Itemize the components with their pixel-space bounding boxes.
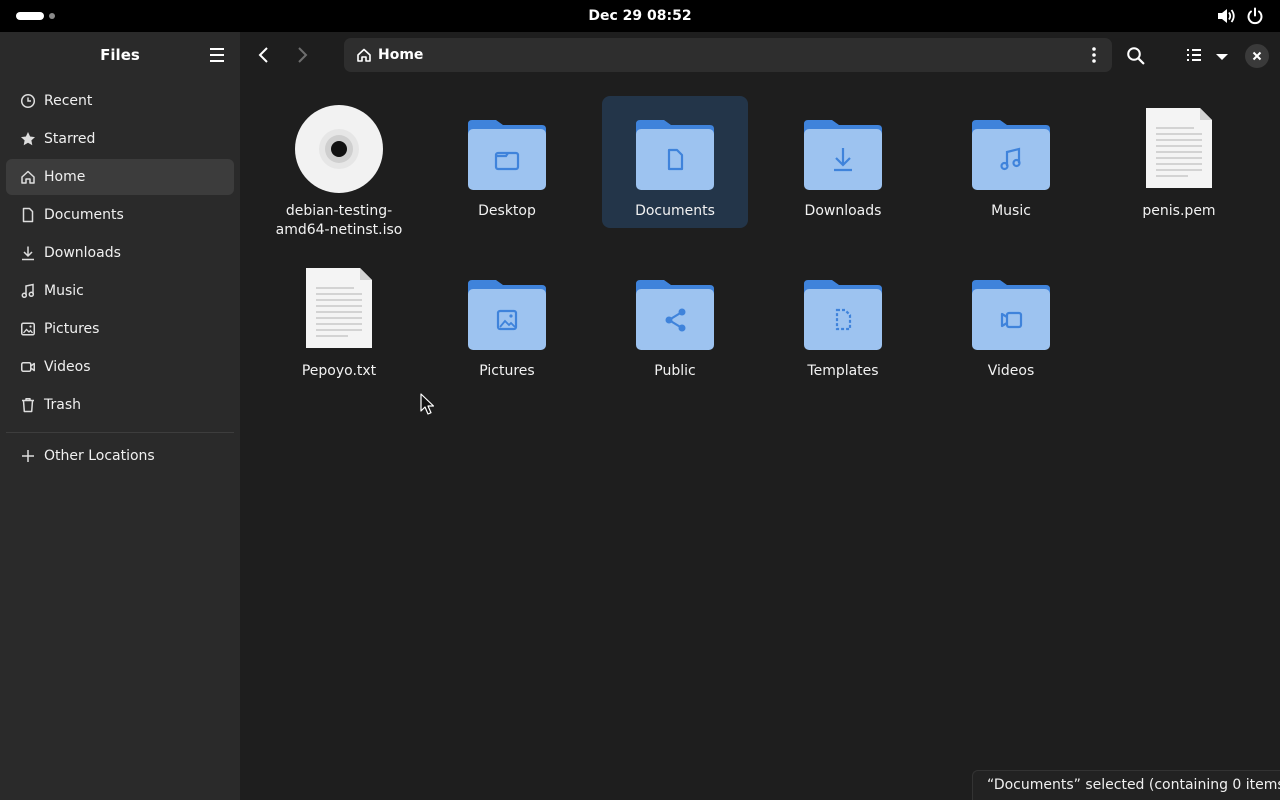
- folder-documents-icon: [636, 120, 714, 190]
- close-window-button[interactable]: [1245, 44, 1269, 68]
- text-file-icon: [306, 268, 372, 348]
- file-item-iso[interactable]: debian-testing-amd64-netinst.iso: [266, 96, 412, 238]
- chevron-down-icon[interactable]: [1212, 44, 1232, 68]
- document-icon: [22, 207, 34, 223]
- sidebar-item-documents[interactable]: Documents: [6, 197, 234, 233]
- sidebar-item-trash[interactable]: Trash: [6, 387, 234, 423]
- star-icon: [21, 132, 35, 146]
- sidebar-item-label: Music: [44, 283, 84, 299]
- video-icon: [21, 362, 35, 372]
- text-file-icon: [1146, 108, 1212, 188]
- list-view-icon[interactable]: [1182, 44, 1206, 68]
- file-name: Pepoyo.txt: [301, 363, 377, 379]
- sidebar-item-starred[interactable]: Starred: [6, 121, 234, 157]
- home-icon: [21, 170, 35, 184]
- sidebar-item-home[interactable]: Home: [6, 159, 234, 195]
- trash-icon: [22, 398, 34, 413]
- forward-button[interactable]: [290, 42, 314, 68]
- file-name: Pictures: [479, 363, 535, 379]
- sidebar-item-videos[interactable]: Videos: [6, 349, 234, 385]
- file-name: debian-testing-amd64-netinst.iso: [275, 203, 403, 238]
- sidebar-item-pictures[interactable]: Pictures: [6, 311, 234, 347]
- top-bar: Dec 29 08:52: [0, 0, 1280, 32]
- folder-downloads-icon: [804, 120, 882, 190]
- folder-item-downloads[interactable]: Downloads: [770, 96, 916, 228]
- download-icon: [22, 246, 34, 261]
- folder-item-pictures[interactable]: Pictures: [434, 256, 580, 388]
- workspace-pill: [16, 12, 44, 20]
- sidebar-item-label: Videos: [44, 359, 91, 375]
- sidebar-divider: [6, 432, 234, 433]
- folder-item-public[interactable]: Public: [602, 256, 748, 388]
- back-button[interactable]: [252, 42, 276, 68]
- workspace-dot: [49, 13, 55, 19]
- sidebar-item-label: Recent: [44, 93, 93, 109]
- path-bar[interactable]: Home: [344, 38, 1112, 72]
- sidebar-item-other-locations[interactable]: Other Locations: [6, 438, 234, 474]
- sidebar-item-label: Starred: [44, 131, 96, 147]
- folder-music-icon: [972, 120, 1050, 190]
- sidebar-item-music[interactable]: Music: [6, 273, 234, 309]
- folder-item-desktop[interactable]: Desktop: [434, 96, 580, 228]
- sidebar-item-label: Downloads: [44, 245, 121, 261]
- power-icon[interactable]: [1246, 7, 1264, 25]
- file-name: Music: [991, 203, 1031, 219]
- folder-item-documents[interactable]: Documents: [602, 96, 748, 228]
- search-icon[interactable]: [1124, 44, 1148, 68]
- activities-indicator[interactable]: [16, 12, 56, 20]
- file-item-txt[interactable]: Pepoyo.txt: [266, 256, 412, 388]
- folder-templates-icon: [804, 280, 882, 350]
- file-name: Desktop: [478, 203, 536, 219]
- sidebar-item-label: Other Locations: [44, 448, 155, 464]
- sidebar-item-label: Pictures: [44, 321, 100, 337]
- file-name: penis.pem: [1142, 203, 1216, 219]
- sidebar-item-label: Trash: [44, 397, 81, 413]
- clock[interactable]: Dec 29 08:52: [540, 0, 740, 32]
- plus-icon: [22, 450, 34, 462]
- folder-pictures-icon: [468, 280, 546, 350]
- more-options-icon[interactable]: [1084, 45, 1104, 65]
- sidebar-item-label: Home: [44, 169, 86, 185]
- hamburger-menu-icon[interactable]: [202, 44, 232, 66]
- image-icon: [21, 322, 35, 336]
- sidebar-item-label: Documents: [44, 207, 124, 223]
- folder-item-videos[interactable]: Videos: [938, 256, 1084, 388]
- file-name: Downloads: [804, 203, 882, 219]
- folder-item-music[interactable]: Music: [938, 96, 1084, 228]
- status-text: “Documents” selected (containing 0 items…: [987, 777, 1280, 793]
- status-overlay: “Documents” selected (containing 0 items…: [972, 770, 1280, 800]
- disc-image-icon: [295, 105, 383, 193]
- folder-videos-icon: [972, 280, 1050, 350]
- path-current-location[interactable]: Home: [378, 38, 423, 72]
- folder-public-share-icon: [636, 280, 714, 350]
- file-name: Public: [654, 363, 696, 379]
- close-icon: [1252, 51, 1262, 61]
- file-name: Videos: [987, 363, 1035, 379]
- mouse-pointer-icon: [420, 393, 434, 415]
- home-icon: [357, 48, 371, 62]
- sidebar-item-downloads[interactable]: Downloads: [6, 235, 234, 271]
- sidebar-item-recent[interactable]: Recent: [6, 83, 234, 119]
- file-name: Documents: [635, 203, 715, 219]
- file-item-pem[interactable]: penis.pem: [1106, 96, 1252, 228]
- sidebar: Files Recent Starred Home Documents Down…: [0, 32, 240, 800]
- clock-icon: [20, 93, 36, 109]
- file-name: Templates: [807, 363, 879, 379]
- volume-icon[interactable]: [1216, 7, 1236, 25]
- music-icon: [21, 283, 35, 299]
- files-window: Files Recent Starred Home Documents Down…: [0, 32, 1280, 800]
- folder-desktop-icon: [468, 120, 546, 190]
- folder-item-templates[interactable]: Templates: [770, 256, 916, 388]
